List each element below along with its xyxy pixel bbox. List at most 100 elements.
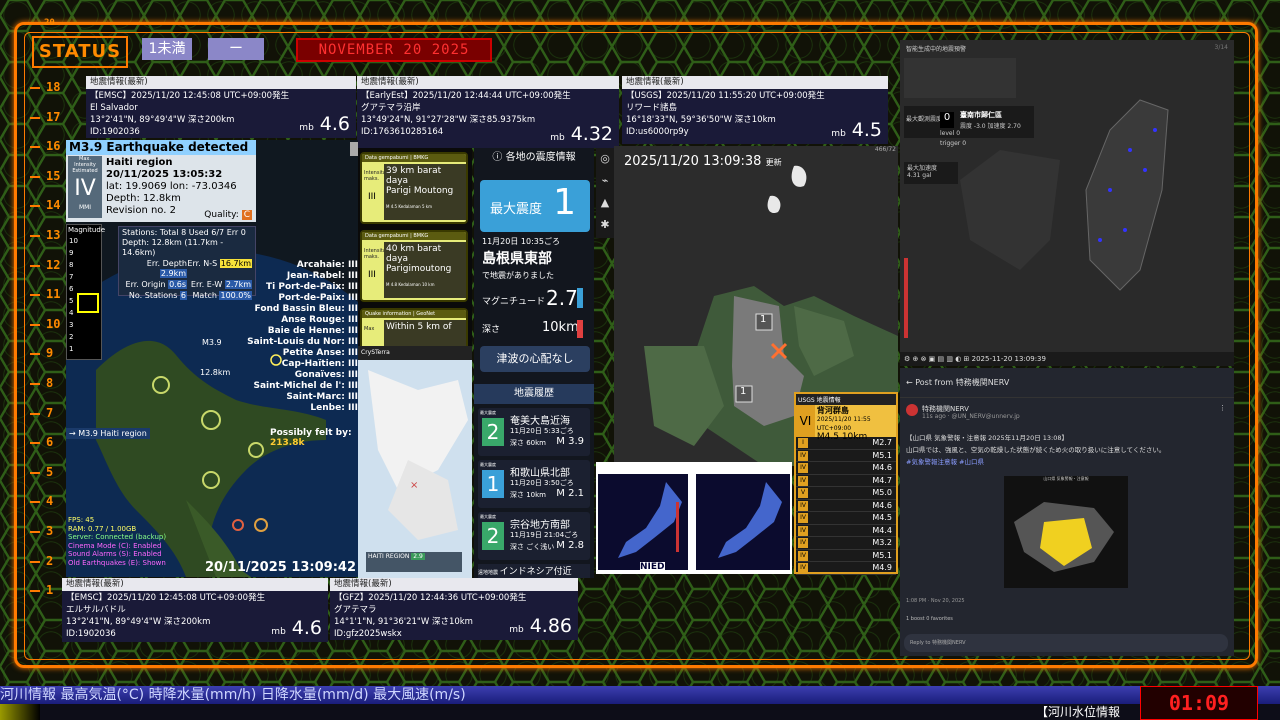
info-icon[interactable]: ◎ — [596, 148, 614, 170]
row-tick — [30, 116, 40, 119]
mag-tick: 6 — [69, 285, 74, 293]
quake-source: 【EMSC】2025/11/20 12:45:08 UTC+09:00発生 — [66, 593, 266, 603]
wave-icon[interactable]: ⌁ — [596, 170, 614, 192]
map-time-text: 2025/11/20 13:09:38 — [624, 154, 762, 169]
tw-lv: 0 — [956, 130, 961, 137]
row-number: 2 — [46, 553, 54, 568]
max-intensity-card[interactable]: 最大震度 1 — [480, 180, 590, 232]
quake-card-1[interactable]: 地震情報(最新) 【EMSC】2025/11/20 12:45:08 UTC+0… — [86, 76, 356, 138]
quake-card-2[interactable]: 地震情報(最新) 【EarlyEst】2025/11/20 12:44:44 U… — [357, 76, 619, 148]
jma-mag: 2.7 — [546, 286, 578, 310]
usgs-item[interactable]: IV M5.1 — [796, 550, 896, 562]
tw-observation[interactable]: 最大觀測震度 0 臺南市歸仁區 震度 -3.0 加速度 2.70 level 0 — [904, 106, 1034, 138]
post-handle: 11s ago · @UN_NERV@unnerv.jp — [922, 413, 1020, 420]
tw-pga: 最大加速度 4.31 gal — [904, 162, 958, 184]
quake-card-4[interactable]: 地震情報(最新) 【EMSC】2025/11/20 12:45:08 UTC+0… — [62, 578, 328, 642]
town: Baie de Henne: III — [267, 326, 358, 336]
mb-value: 4.86 — [529, 615, 572, 637]
quake-magnitude: mb 4.32 — [550, 125, 613, 144]
usgs-sub: 2025/11/20 11:55 UTC+09:00 — [816, 416, 871, 432]
history-mag: M 2.8 — [556, 540, 584, 551]
row-tick — [30, 383, 40, 385]
row-number: 18 — [46, 80, 61, 94]
usgs-item[interactable]: IV M4.6 — [796, 462, 896, 475]
usgs-item[interactable]: IV M4.9 — [796, 562, 896, 575]
quake-magnitude: mb 4.5 — [831, 121, 882, 140]
intensity-box: Max. Intensity Estimated IV MMI — [68, 156, 102, 218]
row-tick — [30, 560, 40, 563]
row-number: 9 — [46, 346, 54, 361]
post-tags[interactable]: #気象警報注意報 #山口県 — [906, 456, 1226, 468]
mag-tick: 9 — [69, 249, 74, 257]
reply-input[interactable]: Reply to 特務機関NERV — [904, 634, 1228, 652]
map-corner: 466/72 — [874, 146, 896, 153]
row-tick — [30, 264, 40, 267]
gear-icon[interactable]: ✱ — [596, 214, 614, 236]
mb-label: mb — [271, 627, 286, 637]
bmkg-dist: 39 km barat daya — [386, 166, 442, 186]
jma-note: で地震がありました — [482, 271, 554, 280]
usgs-item-int: IV — [798, 550, 808, 561]
tw-tr: 0 — [962, 140, 967, 147]
row-tick — [30, 294, 40, 297]
scroll-handle[interactable] — [350, 142, 358, 156]
usgs-item-int: V — [798, 488, 808, 498]
bmkg-place: Parigi Moutong — [386, 186, 454, 196]
history-item[interactable]: 最大震度 1 和歌山県北部 11月20日 3:50ごろ 深さ 10km M 2.1 — [478, 460, 590, 508]
mb-value: 4.5 — [851, 119, 882, 141]
usgs-item[interactable]: IV M4.7 — [796, 475, 896, 487]
status-line: Cinema Mode (C): Enabled — [68, 541, 162, 550]
row-number: 6 — [46, 435, 54, 450]
usgs-latest[interactable]: VI 背河群島 2025/11/20 11:55 UTC+09:00 M4.5 … — [796, 405, 896, 442]
detect-card[interactable]: M3.9 Earthquake detected Max. Intensity … — [66, 140, 256, 222]
history-place: 宗谷地方南部 — [510, 520, 570, 531]
quake-magnitude: mb 4.6 — [299, 115, 350, 134]
usgs-item[interactable]: V M5.0 — [796, 487, 896, 500]
max-label: 最大震度 — [490, 202, 543, 217]
jma-mag-label: マグニチュード — [482, 297, 546, 307]
quake-card-3[interactable]: 地震情報(最新) 【USGS】2025/11/20 11:55:20 UTC+0… — [622, 76, 888, 144]
jma-depth: 10km — [542, 320, 579, 335]
tw-footer-time: 2025-11-20 13:09:39 — [971, 355, 1046, 363]
row-number: 5 — [46, 464, 54, 479]
history-item[interactable]: 最大震度 2 奄美大島近海 11月20日 5:33ごろ 深さ 60km M 3.9 — [478, 408, 590, 456]
tw-trigger-row: trigger 0 — [940, 140, 966, 147]
usgs-item[interactable]: IV M5.1 — [796, 450, 896, 462]
phone-card[interactable]: HAITI REGION 2.9 — [366, 552, 462, 572]
history-mag: M 2.1 — [556, 488, 584, 499]
mag-tick: 8 — [69, 261, 74, 269]
history-title: 地震履歴 — [474, 384, 594, 404]
warning-icon[interactable]: ▲ — [596, 192, 614, 214]
post-image[interactable]: 山口県 気象警報・注意報 — [1004, 476, 1128, 588]
usgs-item-int: IV — [798, 525, 808, 536]
usgs-item[interactable]: IV M4.5 — [796, 512, 896, 525]
tw-blank-card — [904, 58, 1016, 98]
mag-tick: 10 — [69, 237, 78, 245]
usgs-item-mag: M3.2 — [872, 538, 892, 547]
map-mag: M3.9 — [202, 338, 222, 347]
bmkg-dist: Within 5 km of — [386, 322, 452, 332]
bmkg-card[interactable]: Data gempabumi | BMKG Intensitas maks. III… — [360, 152, 468, 224]
quake-source: 【USGS】2025/11/20 11:55:20 UTC+09:00発生 — [626, 91, 825, 101]
mmi-label: MMI — [78, 204, 92, 211]
history-item[interactable]: 最大震度 2 宗谷地方南部 11月19日 21:04ごろ 深さ ごく浅い M 2.8 — [478, 512, 590, 560]
tw-corner: 3/14 — [1214, 44, 1228, 51]
bmkg-header: Quake information | GeoNet — [362, 310, 466, 318]
more-icon[interactable]: ⋮ — [1219, 404, 1226, 412]
avatar[interactable] — [906, 404, 918, 416]
bmkg-card[interactable]: Data gempabumi | BMKG Intensitas maks. III… — [360, 230, 468, 302]
usgs-item[interactable]: IV M4.6 — [796, 500, 896, 512]
nied-map — [596, 462, 792, 574]
quake-source: 【EarlyEst】2025/11/20 12:44:44 UTC+09:00発… — [361, 91, 571, 101]
quake-place: El Salvador — [90, 103, 138, 113]
err-key: Err. E-W — [190, 280, 225, 289]
quality-value: C — [241, 210, 252, 220]
quake-card-5[interactable]: 地震情報(最新) 【GFZ】2025/11/20 12:44:36 UTC+09… — [330, 578, 578, 640]
side-link[interactable]: → M3.9 Haiti region — [66, 428, 150, 439]
history-more-label: 遠地地震 — [478, 570, 500, 576]
usgs-item-int: IV — [798, 538, 808, 548]
usgs-item[interactable]: IV M4.4 — [796, 525, 896, 537]
felt-label: Possibly felt by: — [270, 428, 352, 438]
usgs-item[interactable]: I M2.7 — [796, 437, 896, 450]
usgs-item[interactable]: IV M3.2 — [796, 537, 896, 550]
